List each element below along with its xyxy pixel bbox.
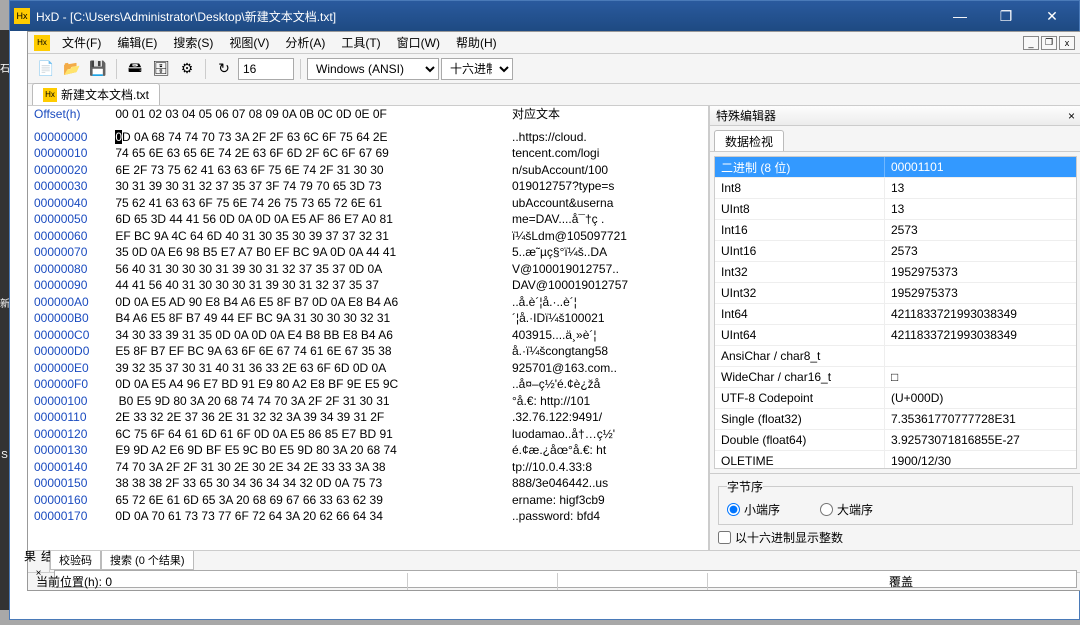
byteorder-legend: 字节序 [727,478,763,495]
minimize-button[interactable]: — [937,2,983,30]
inspector-row[interactable]: Single (float32)7.35361770777728E31 [715,409,1076,430]
menu-tools[interactable]: 工具(T) [333,32,388,53]
radio-big-endian[interactable]: 大端序 [820,501,873,518]
mdi-close-button[interactable]: x [1059,36,1075,50]
mdi-restore-button[interactable]: ❐ [1041,36,1057,50]
inspector-row[interactable]: Int813 [715,178,1076,199]
hex-row[interactable]: 00000030 30 31 39 30 31 32 37 35 37 3F 7… [34,178,702,195]
hex-row[interactable]: 000000C0 34 30 33 39 31 35 0D 0A 0D 0A E… [34,327,702,344]
save-button[interactable]: 💾 [86,57,110,81]
hex-row[interactable]: 000000D0 E5 8F B7 EF BC 9A 63 6F 6E 67 7… [34,343,702,360]
inspector-row[interactable]: WideChar / char16_t□ [715,367,1076,388]
hex-row[interactable]: 00000050 6D 65 3D 44 41 56 0D 0A 0D 0A E… [34,211,702,228]
hex-row[interactable]: 00000020 6E 2F 73 75 62 41 63 63 6F 75 6… [34,162,702,179]
hex-row[interactable]: 00000080 56 40 31 30 30 30 31 39 30 31 3… [34,261,702,278]
inspector-row[interactable]: AnsiChar / char8_t [715,346,1076,367]
hex-row[interactable]: 00000000 0D 0A 68 74 74 70 73 3A 2F 2F 6… [34,129,702,146]
hex-row[interactable]: 00000160 65 72 6E 61 6D 65 3A 20 68 69 6… [34,492,702,509]
inspector-row[interactable]: UTF-8 Codepoint(U+000D) [715,388,1076,409]
maximize-button[interactable]: ❐ [983,2,1029,30]
inspector-row[interactable]: OLETIME1900/12/30 [715,451,1076,469]
inspector-panel: 特殊编辑器 × 数据检视 二进制 (8 位)00001101Int813UInt… [709,106,1080,550]
inspector-row[interactable]: UInt321952975373 [715,283,1076,304]
hex-row[interactable]: 00000100 B0 E5 9D 80 3A 20 68 74 74 70 3… [34,393,702,410]
base-select[interactable]: 十六进制 [441,58,513,80]
hex-row[interactable]: 00000120 6C 75 6F 64 61 6D 61 6F 0D 0A E… [34,426,702,443]
bytes-per-row-input[interactable] [238,58,294,80]
process-button[interactable]: ⚙ [175,57,199,81]
status-position: 当前位置(h): 0 [28,573,408,590]
menu-help[interactable]: 帮助(H) [448,32,505,53]
tab-search-results[interactable]: 搜索 (0 个结果) [101,551,194,570]
menu-edit[interactable]: 编辑(E) [109,32,165,53]
menu-file[interactable]: 文件(F) [54,32,109,53]
close-button[interactable]: ✕ [1029,2,1075,30]
hex-row[interactable]: 00000130 E9 9D A2 E6 9D BF E5 9C B0 E5 9… [34,442,702,459]
inspector-title: 特殊编辑器 [716,107,1068,124]
toolbar: 📄 📂 💾 🖴 🗄 ⚙ ↻ Windows (ANSI) 十六进制 [28,54,1080,84]
disk-button[interactable]: 🖴 [123,57,147,81]
menu-bar: Hx 文件(F) 编辑(E) 搜索(S) 视图(V) 分析(A) 工具(T) 窗… [28,32,1080,54]
hex-row[interactable]: 00000090 44 41 56 40 31 30 30 30 31 39 3… [34,277,702,294]
bg-char: 新 [0,295,9,310]
hex-row[interactable]: 00000070 35 0D 0A E6 98 B5 E7 A7 B0 EF B… [34,244,702,261]
inspector-row[interactable]: Int321952975373 [715,262,1076,283]
hex-row[interactable]: 000000F0 0D 0A E5 A4 96 E7 BD 91 E9 80 A… [34,376,702,393]
bg-char: S [0,450,9,461]
tab-checksum[interactable]: 校验码 [50,551,101,570]
bottom-panel: 结果 × 校验码 搜索 (0 个结果) [28,550,1080,572]
status-bar: 当前位置(h): 0 覆盖 [28,572,1080,590]
mdi-icon: Hx [34,35,50,51]
hex-row[interactable]: 00000110 2E 33 32 2E 37 36 2E 31 32 32 3… [34,409,702,426]
menu-view[interactable]: 视图(V) [221,32,277,53]
doc-icon: Hx [43,88,57,102]
inspector-close-icon[interactable]: × [1068,109,1075,123]
hex-row[interactable]: 00000170 0D 0A 70 61 73 73 77 6F 72 64 3… [34,508,702,525]
mdi-minimize-button[interactable]: _ [1023,36,1039,50]
inspector-row[interactable]: UInt813 [715,199,1076,220]
menu-search[interactable]: 搜索(S) [165,32,221,53]
hex-row[interactable]: 00000060 EF BC 9A 4C 64 6D 40 31 30 35 3… [34,228,702,245]
inspector-row[interactable]: Int162573 [715,220,1076,241]
hex-row[interactable]: 000000B0 B4 A6 E5 8F B7 49 44 EF BC 9A 3… [34,310,702,327]
document-tabbar: Hx 新建文本文档.txt [28,84,1080,106]
status-overwrite: 覆盖 [881,573,1080,590]
hex-row[interactable]: 000000E0 39 32 35 37 30 31 40 31 36 33 2… [34,360,702,377]
radio-little-endian[interactable]: 小端序 [727,501,780,518]
window-titlebar[interactable]: Hx HxD - [C:\Users\Administrator\Desktop… [10,1,1079,31]
menu-window[interactable]: 窗口(W) [389,32,448,53]
hex-editor-pane[interactable]: Offset(h) 00 01 02 03 04 05 06 07 08 09 … [28,106,709,550]
hex-row[interactable]: 00000140 74 70 3A 2F 2F 31 30 2E 30 2E 3… [34,459,702,476]
hex-row[interactable]: 00000150 38 38 38 2F 33 65 30 34 36 34 3… [34,475,702,492]
menu-analysis[interactable]: 分析(A) [277,32,333,53]
inspector-row[interactable]: 二进制 (8 位)00001101 [715,157,1076,178]
app-icon: Hx [14,8,30,24]
bottom-side-label: 结果 × [28,551,50,572]
ram-button[interactable]: 🗄 [149,57,173,81]
document-tab-label: 新建文本文档.txt [61,86,149,103]
inspector-row[interactable]: UInt644211833721993038349 [715,325,1076,346]
encoding-select[interactable]: Windows (ANSI) [307,58,439,80]
inspector-row[interactable]: UInt162573 [715,241,1076,262]
inspector-row[interactable]: Int644211833721993038349 [715,304,1076,325]
window-title: HxD - [C:\Users\Administrator\Desktop\新建… [36,8,937,25]
inspector-row[interactable]: Double (float64)3.92573071816855E-27 [715,430,1076,451]
refresh-button[interactable]: ↻ [212,57,236,81]
hex-row[interactable]: 00000040 75 62 41 63 63 6F 75 6E 74 26 7… [34,195,702,212]
hex-row[interactable]: 00000010 74 65 6E 63 65 6E 74 2E 63 6F 6… [34,145,702,162]
hex-row[interactable]: 000000A0 0D 0A E5 AD 90 E8 B4 A6 E5 8F B… [34,294,702,311]
document-tab[interactable]: Hx 新建文本文档.txt [32,83,160,105]
checkbox-hex-integers[interactable]: 以十六进制显示整数 [718,529,1073,546]
open-button[interactable]: 📂 [60,57,84,81]
new-button[interactable]: 📄 [34,57,58,81]
inspector-tab-data[interactable]: 数据检视 [714,130,784,151]
inspector-list[interactable]: 二进制 (8 位)00001101Int813UInt813Int162573U… [714,156,1077,469]
bg-char: 石 [0,60,9,75]
